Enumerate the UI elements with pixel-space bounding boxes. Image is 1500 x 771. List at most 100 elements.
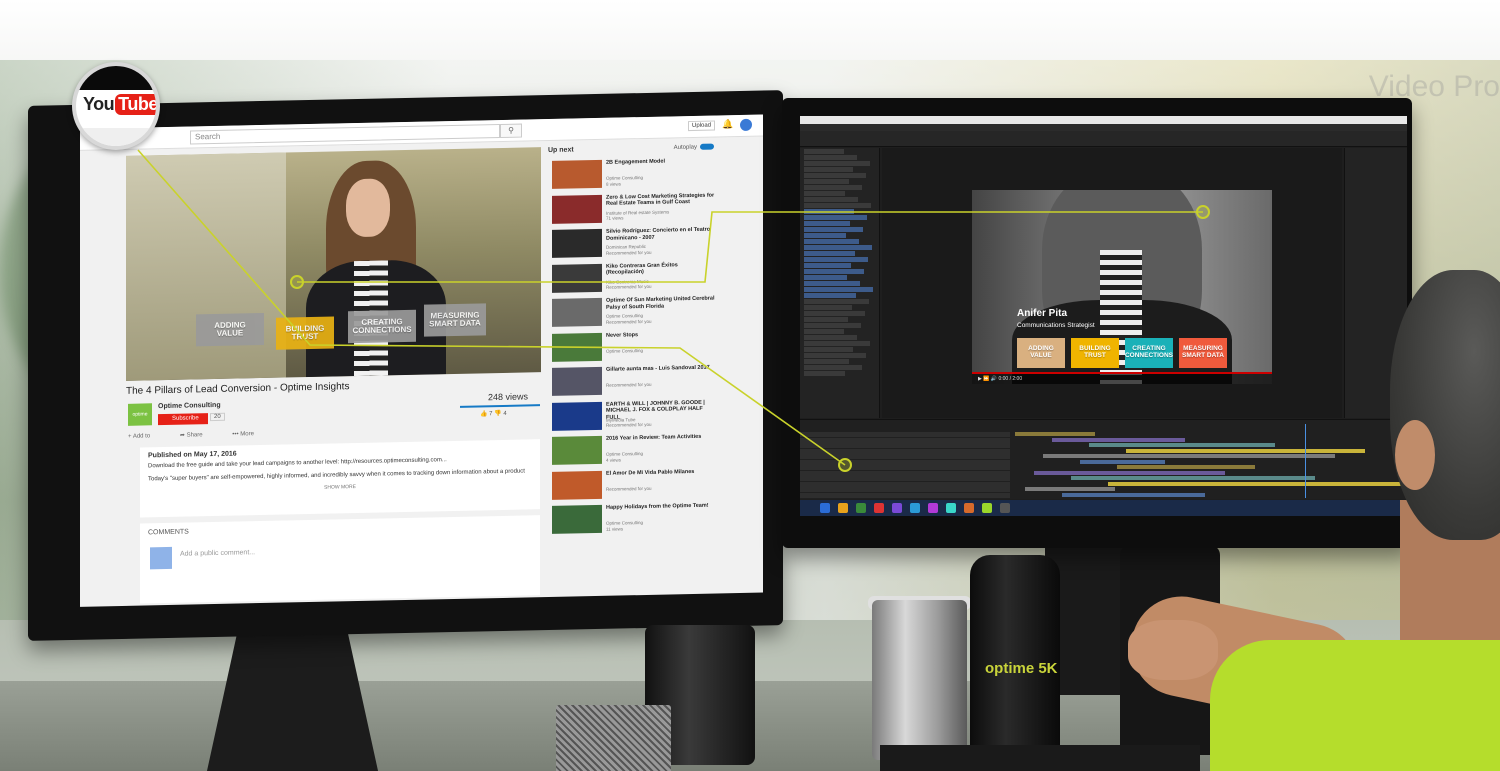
search-icon[interactable]: ⚲ — [500, 123, 522, 139]
timeline-layer[interactable] — [800, 470, 1010, 476]
video-thumbnail[interactable] — [552, 366, 602, 396]
like-dislike[interactable]: 👍 7 👎 4 — [480, 410, 507, 418]
project-item[interactable] — [804, 263, 851, 268]
timeline-layer[interactable] — [800, 432, 1010, 437]
video-thumbnail[interactable] — [552, 159, 602, 189]
upload-button[interactable]: Upload — [688, 120, 716, 132]
project-item[interactable] — [804, 233, 846, 238]
up-next-title[interactable]: 2B Engagement Model — [606, 157, 716, 166]
add-to-button[interactable]: + Add to — [128, 433, 164, 439]
playhead[interactable] — [1305, 424, 1306, 498]
project-item[interactable] — [804, 287, 873, 292]
project-item[interactable] — [804, 155, 857, 160]
project-item[interactable] — [804, 191, 845, 196]
up-next-item[interactable]: Optime Of Sun Marketing United Cerebral … — [548, 293, 718, 331]
project-item[interactable] — [804, 329, 844, 334]
up-next-title[interactable]: Happy Holidays from the Optime Team! — [606, 502, 716, 511]
video-thumbnail[interactable] — [552, 297, 602, 327]
project-item[interactable] — [804, 227, 863, 232]
project-item[interactable] — [804, 311, 865, 316]
project-item[interactable] — [804, 167, 853, 172]
up-next-title[interactable]: Gillarte aunta mas - Luis Sandoval 2017 — [606, 364, 716, 373]
video-thumbnail[interactable] — [552, 504, 602, 534]
project-item[interactable] — [804, 179, 849, 184]
channel-logo[interactable]: optime — [128, 403, 152, 426]
timeline-panel[interactable] — [800, 419, 1407, 499]
player-controls[interactable]: ▶ ⏩ 🔊 0:00 / 2:00 — [972, 374, 1272, 384]
layer-duration-bar[interactable] — [1080, 459, 1165, 464]
project-item[interactable] — [804, 149, 844, 154]
project-item[interactable] — [804, 323, 861, 328]
timeline-layer[interactable] — [800, 459, 1010, 465]
timeline-layer[interactable] — [800, 487, 1010, 492]
project-item[interactable] — [804, 251, 855, 256]
timeline-layer[interactable] — [800, 443, 1010, 448]
taskbar-app-icon[interactable] — [820, 503, 830, 513]
project-item[interactable] — [804, 221, 850, 226]
taskbar-app-icon[interactable] — [838, 503, 848, 513]
more-button[interactable]: ••• More — [232, 431, 268, 437]
taskbar-app-icon[interactable] — [910, 503, 920, 513]
timeline-layer[interactable] — [800, 492, 1010, 498]
up-next-title[interactable]: Silvio Rodríguez: Concierto en el Teatro… — [606, 226, 716, 242]
up-next-title[interactable]: Kiko Contreras Gran Éxitos (Recopilación… — [606, 261, 716, 276]
timeline-layer[interactable] — [800, 481, 1010, 487]
project-item[interactable] — [804, 359, 849, 364]
project-item[interactable] — [804, 353, 866, 358]
comment-input[interactable]: Add a public comment... — [180, 549, 255, 558]
project-item[interactable] — [804, 215, 867, 220]
video-thumbnail[interactable] — [552, 332, 602, 362]
video-thumbnail[interactable] — [552, 228, 602, 258]
windows-taskbar[interactable] — [800, 500, 1407, 516]
project-item[interactable] — [804, 269, 864, 274]
layer-duration-bar[interactable] — [1117, 465, 1255, 469]
project-item[interactable] — [804, 335, 857, 340]
taskbar-app-icon[interactable] — [982, 503, 992, 513]
timeline-layer[interactable] — [800, 437, 1010, 443]
taskbar-app-icon[interactable] — [928, 503, 938, 513]
up-next-item[interactable]: Happy Holidays from the Optime Team! Opti… — [548, 500, 718, 538]
taskbar-app-icon[interactable] — [946, 503, 956, 513]
layer-duration-bar[interactable] — [1071, 476, 1315, 480]
project-item[interactable] — [804, 245, 872, 250]
avatar[interactable] — [740, 118, 752, 131]
share-button[interactable]: ➦ Share — [180, 432, 217, 438]
taskbar-app-icon[interactable] — [874, 503, 884, 513]
taskbar-app-icon[interactable] — [964, 503, 974, 513]
layer-duration-bar[interactable] — [1108, 481, 1405, 486]
project-item[interactable] — [804, 203, 871, 208]
up-next-item[interactable]: EARTH & WILL | JOHNNY B. GOODE | MICHAEL… — [548, 397, 718, 435]
up-next-item[interactable]: 2016 Year in Review: Team Activities Opti… — [548, 431, 718, 469]
layer-duration-bar[interactable] — [1052, 437, 1185, 442]
project-item[interactable] — [804, 239, 859, 244]
up-next-item[interactable]: Silvio Rodríguez: Concierto en el Teatro… — [548, 224, 718, 262]
up-next-item[interactable]: Never Stops Optime Consulting — [548, 328, 718, 366]
thumbs-up-icon[interactable]: 👍 — [480, 411, 487, 417]
layer-duration-bar[interactable] — [1034, 470, 1225, 475]
project-item[interactable] — [804, 371, 845, 376]
layer-duration-bar[interactable] — [1043, 454, 1335, 458]
menu-bar[interactable] — [800, 124, 1407, 131]
autoplay-toggle[interactable]: Autoplay — [674, 143, 714, 151]
video-thumbnail[interactable] — [552, 194, 602, 224]
project-item[interactable] — [804, 275, 847, 280]
project-item[interactable] — [804, 365, 862, 370]
project-item[interactable] — [804, 281, 860, 286]
project-item[interactable] — [804, 161, 870, 166]
layer-duration-bar[interactable] — [1089, 443, 1275, 447]
project-item[interactable] — [804, 299, 869, 304]
up-next-title[interactable]: El Amor De Mi Vida Pablo Milanes — [606, 468, 716, 477]
toolbar[interactable] — [800, 131, 1407, 147]
project-item[interactable] — [804, 257, 868, 262]
layer-duration-bar[interactable] — [1062, 492, 1205, 497]
video-thumbnail[interactable] — [552, 470, 602, 500]
taskbar-app-icon[interactable] — [1000, 503, 1010, 513]
video-thumbnail[interactable] — [552, 263, 602, 293]
project-item[interactable] — [804, 317, 848, 322]
project-item[interactable] — [804, 347, 853, 352]
up-next-title[interactable]: Zero & Low Cost Marketing Strategies for… — [606, 192, 716, 207]
project-item[interactable] — [804, 197, 858, 202]
project-panel[interactable] — [800, 148, 880, 418]
thumbs-down-icon[interactable]: 👎 — [494, 411, 501, 417]
project-item[interactable] — [804, 305, 852, 310]
